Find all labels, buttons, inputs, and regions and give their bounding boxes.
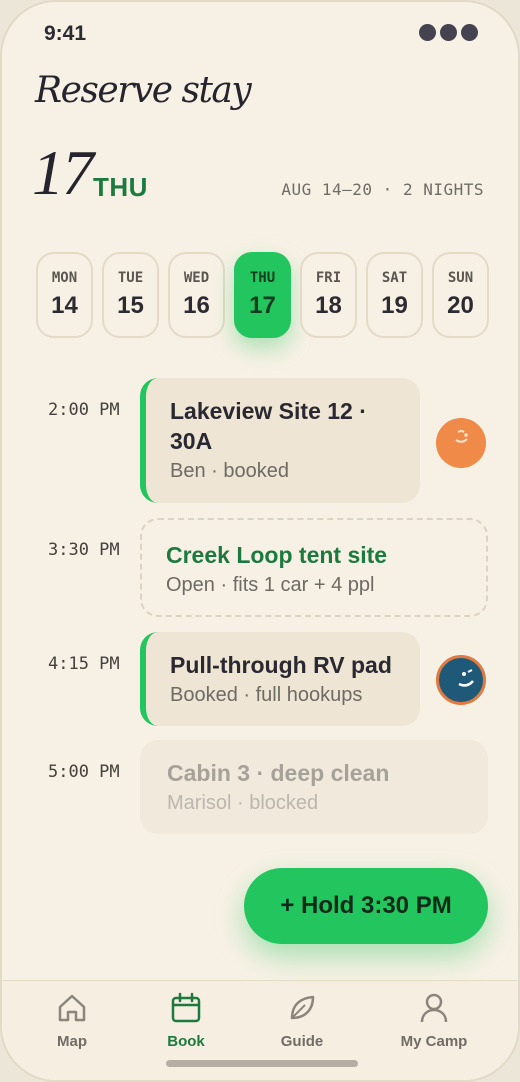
day-chip-number: 14 [51,292,78,319]
booking-subtitle: Marisol · blocked [167,792,319,814]
open-slot-card[interactable]: Creek Loop tent site Open · fits 1 car +… [140,518,488,617]
day-chip-weekday: THU [249,270,276,286]
avatar[interactable] [436,418,486,468]
day-chip-tue[interactable]: TUE 15 [102,252,159,338]
day-picker: MON 14 TUE 15 WED 16 THU 17 FRI 18 SAT 1… [36,252,489,338]
day-chip-number: 17 [249,292,276,319]
booking-title: Lakeview Site 12 · 30A [170,398,367,454]
booking-subtitle: Open · fits 1 car + 4 ppl [166,574,375,596]
day-chip-fri[interactable]: FRI 18 [300,252,357,338]
more-options-icon[interactable] [419,24,478,41]
smiley-face-icon [458,669,474,687]
status-time: 9:41 [44,22,87,45]
slot-time: 4:15 PM [48,654,120,674]
nav-label: Map [57,1033,87,1050]
nav-label: My Camp [400,1033,468,1050]
calendar-icon [171,992,201,1023]
day-chip-number: 15 [117,292,144,319]
slot-time: 5:00 PM [48,762,120,782]
home-icon [58,994,86,1022]
day-chip-mon[interactable]: MON 14 [36,252,93,338]
phone-screen: 9:41 Reserve stay 17 THU AUG 14–20 · 2 N… [0,0,520,1082]
day-chip-weekday: SUN [447,270,474,286]
booking-card[interactable]: Lakeview Site 12 · 30A Ben · booked [140,378,420,503]
selected-day-number: 17 [32,137,94,208]
nav-label: Guide [280,1033,324,1050]
day-chip-number: 20 [447,292,474,319]
selected-day-name: THU [93,172,148,202]
booking-title: Pull-through RV pad [170,652,392,678]
slot-time: 2:00 PM [48,400,120,420]
booking-subtitle: Booked · full hookups [170,684,363,706]
blocked-slot-card[interactable]: Cabin 3 · deep clean Marisol · blocked [140,740,488,834]
nav-item-map[interactable]: Map [27,991,117,1050]
day-chip-wed[interactable]: WED 16 [168,252,225,338]
smiley-face-icon [455,430,468,443]
nav-item-my-camp[interactable]: My Camp [389,991,479,1050]
nav-item-guide[interactable]: Guide [257,991,347,1050]
home-indicator [166,1060,358,1067]
day-chip-weekday: SAT [381,270,408,286]
day-chip-number: 16 [183,292,210,319]
hold-slot-button[interactable]: + Hold 3:30 PM [244,868,488,944]
day-chip-weekday: MON [51,270,78,286]
day-chip-weekday: FRI [315,270,342,286]
booking-subtitle: Ben · booked [170,460,289,482]
day-chip-weekday: WED [183,270,210,286]
booking-title: Creek Loop tent site [166,542,388,568]
leaf-icon [290,995,315,1020]
avatar[interactable] [436,655,486,705]
nav-item-book[interactable]: Book [141,991,231,1050]
nav-label: Book [167,1033,205,1050]
day-chip-sun[interactable]: SUN 20 [432,252,489,338]
day-chip-thu[interactable]: THU 17 [234,252,291,338]
day-chip-number: 19 [381,292,408,319]
page-title: Reserve stay [35,70,252,111]
day-chip-weekday: TUE [117,270,144,286]
stay-range: AUG 14–20 · 2 NIGHTS [281,180,484,199]
day-chip-sat[interactable]: SAT 19 [366,252,423,338]
slot-time: 3:30 PM [48,540,120,560]
day-chip-number: 18 [315,292,342,319]
booking-card[interactable]: Pull-through RV pad Booked · full hookup… [140,632,420,726]
user-icon [420,993,448,1023]
booking-title: Cabin 3 · deep clean [167,760,390,786]
